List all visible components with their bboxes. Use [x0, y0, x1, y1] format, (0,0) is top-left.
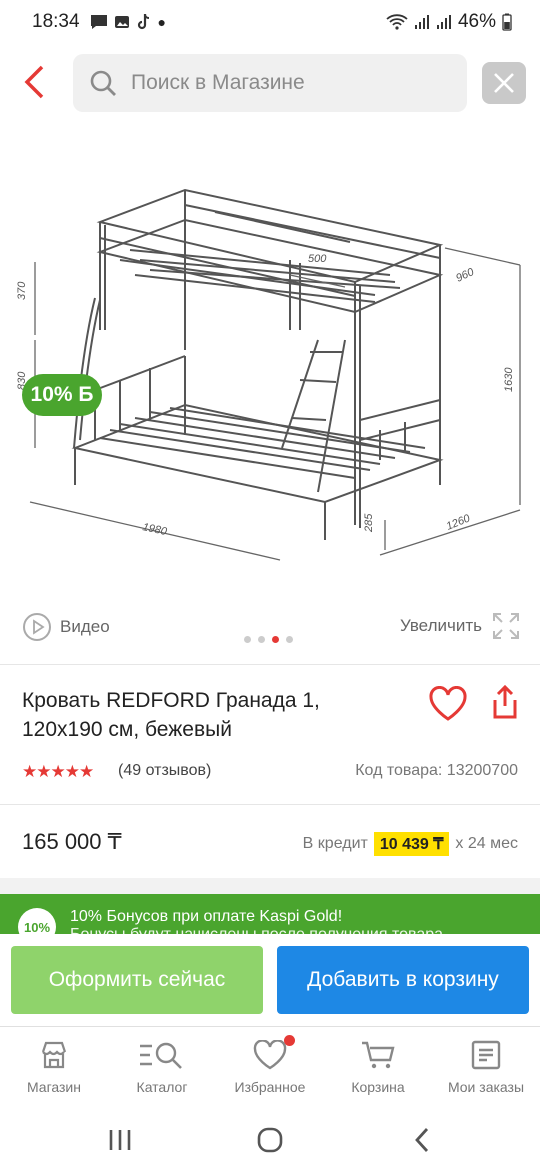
message-icon	[90, 15, 107, 29]
system-nav-bar	[0, 1106, 540, 1170]
reviews-link[interactable]: (49 отзывов)	[118, 762, 211, 780]
pager-dot[interactable]	[244, 636, 251, 643]
pager-dot[interactable]	[286, 636, 293, 643]
bunk-bed-drawing: 500 960 370 830 1630 1980 285 1260	[16, 188, 521, 561]
cart-icon	[362, 1041, 395, 1069]
recent-apps-button[interactable]	[100, 1120, 140, 1160]
rating-row: ★★★★★ (49 отзывов) Код товара: 13200700	[22, 760, 522, 784]
share-icon	[493, 684, 517, 719]
battery-percent: 46%	[457, 11, 496, 32]
dim-285: 285	[363, 513, 375, 533]
kaspi-gold-banner[interactable]: 10% 10% Бонусов при оплате Kaspi Gold! Б…	[0, 894, 540, 938]
nav-label: Корзина	[351, 1079, 405, 1095]
expand-icon	[493, 613, 519, 639]
nav-item-catalog[interactable]: Каталог	[108, 1037, 216, 1095]
nav-item-store[interactable]: Магазин	[0, 1037, 108, 1095]
favorite-button[interactable]	[428, 686, 472, 726]
divider	[0, 804, 540, 805]
divider	[0, 664, 540, 665]
tiktok-icon	[137, 13, 149, 30]
search-icon	[90, 70, 116, 96]
bottom-nav: Магазин Каталог Избранное Корзина Мои за…	[0, 1026, 540, 1106]
buy-now-button[interactable]: Оформить сейчас	[11, 946, 263, 1014]
search-input[interactable]: Поиск в Магазине	[73, 54, 467, 112]
nav-item-orders[interactable]: Мои заказы	[432, 1037, 540, 1095]
heart-icon	[429, 686, 467, 721]
section-separator	[0, 878, 540, 894]
dim-1630: 1630	[503, 367, 515, 392]
search-placeholder: Поиск в Магазине	[131, 71, 305, 94]
video-label: Видео	[60, 617, 110, 636]
dim-960: 960	[454, 266, 477, 285]
notification-icons: ●	[90, 13, 166, 31]
nav-item-cart[interactable]: Корзина	[324, 1037, 432, 1095]
system-status: 46%	[386, 11, 512, 33]
product-image[interactable]: 500 960 370 830 1630 1980 285 1260	[0, 130, 540, 600]
credit-suffix: х 24 мес	[455, 835, 518, 852]
kaspi-banner-title: 10% Бонусов при оплате Kaspi Gold!	[70, 908, 343, 925]
nav-item-favorites[interactable]: Избранное	[216, 1035, 324, 1095]
chevron-left-icon	[415, 1128, 429, 1152]
pager-dot[interactable]	[258, 636, 265, 643]
product-title: Кровать REDFORD Гранада 1, 120x190 см, б…	[22, 689, 320, 741]
back-arrow-icon	[24, 65, 44, 99]
store-icon	[41, 1041, 67, 1069]
credit-prefix: В кредит	[302, 835, 368, 852]
rating-stars: ★★★★★	[22, 762, 94, 781]
share-button[interactable]	[490, 684, 524, 724]
recent-apps-icon	[109, 1130, 131, 1150]
catalog-search-icon	[140, 1042, 182, 1069]
nav-label: Магазин	[26, 1079, 81, 1095]
play-circle-icon	[23, 613, 51, 641]
credit-amount: 10 439 ₸	[373, 832, 450, 856]
wifi-icon	[386, 14, 408, 30]
status-bar: 18:34 ● 46%	[0, 0, 540, 44]
product-code: Код товара: 13200700	[355, 762, 518, 779]
favorites-badge-dot	[284, 1035, 295, 1046]
system-back-button[interactable]	[402, 1120, 442, 1160]
bonus-badge: 10% Б	[22, 374, 102, 416]
zoom-button[interactable]: Увеличить	[400, 612, 520, 640]
status-time: 18:34	[32, 11, 80, 32]
top-bar: Поиск в Магазине	[0, 52, 540, 114]
gallery-icon	[114, 16, 129, 28]
product-price: 165 000 ₸	[22, 829, 122, 854]
nav-label: Избранное	[234, 1079, 306, 1095]
close-icon	[494, 73, 514, 93]
dim-1980: 1980	[141, 521, 168, 538]
action-bar: Оформить сейчас Добавить в корзину	[0, 934, 540, 1026]
signal-icon-2	[436, 15, 451, 29]
video-button[interactable]: Видео	[22, 612, 110, 642]
media-row: Видео Увеличить	[0, 608, 540, 648]
dim-500: 500	[308, 253, 327, 265]
heart-outline-icon	[253, 1040, 287, 1070]
orders-icon	[471, 1040, 501, 1070]
dim-370: 370	[16, 281, 28, 300]
more-dot-icon: ●	[157, 14, 167, 30]
nav-label: Каталог	[136, 1079, 188, 1095]
battery-icon	[502, 13, 512, 31]
image-pager[interactable]	[244, 636, 293, 643]
credit-info[interactable]: В кредит 10 439 ₸ х 24 мес	[303, 832, 518, 856]
zoom-label: Увеличить	[400, 616, 482, 635]
back-button[interactable]	[16, 62, 52, 102]
nav-label: Мои заказы	[447, 1079, 525, 1095]
home-button[interactable]	[250, 1120, 290, 1160]
price-row: 165 000 ₸ В кредит 10 439 ₸ х 24 мес	[22, 826, 522, 862]
signal-icon	[414, 15, 429, 29]
add-to-cart-button[interactable]: Добавить в корзину	[277, 946, 529, 1014]
home-circle-icon	[257, 1127, 283, 1153]
clear-search-button[interactable]	[482, 62, 526, 104]
pager-dot-active[interactable]	[272, 636, 279, 643]
